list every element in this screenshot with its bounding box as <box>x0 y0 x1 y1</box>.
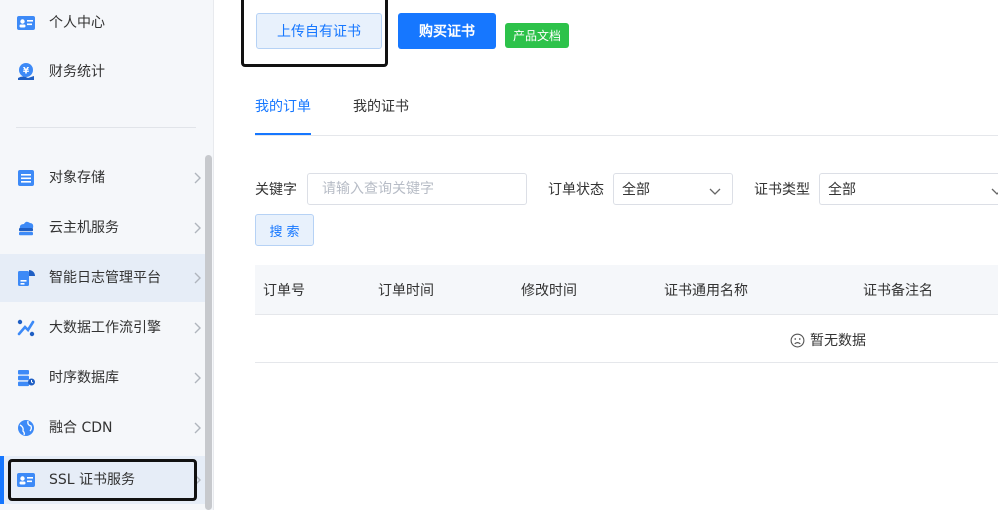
sidebar-item-tsdb[interactable]: 时序数据库 <box>0 354 212 402</box>
sidebar: 个人中心 ¥ 财务统计 对象存储 云主机服务 智能日志管理平台 大数据工作流引擎… <box>0 0 214 510</box>
sad-face-icon <box>790 333 805 347</box>
search-button[interactable]: 搜索 <box>255 214 314 246</box>
order-status-label: 订单状态 <box>548 182 604 198</box>
chevron-right-icon <box>194 474 201 486</box>
sidebar-item-label: 大数据工作流引擎 <box>49 320 161 336</box>
tab-my-orders[interactable]: 我的订单 <box>255 96 311 116</box>
sidebar-item-label: 融合 CDN <box>49 420 113 436</box>
column-header: 订单时间 <box>378 283 434 299</box>
chevron-right-icon <box>194 172 201 184</box>
order-status-value: 全部 <box>622 182 650 198</box>
table-header: 订单号 订单时间 修改时间 证书通用名称 证书备注名 <box>255 265 998 315</box>
column-header: 证书备注名 <box>863 283 933 299</box>
finance-icon: ¥ <box>18 63 34 80</box>
sidebar-item-finance[interactable]: ¥ 财务统计 <box>0 48 212 96</box>
sidebar-item-cloud-host[interactable]: 云主机服务 <box>0 204 212 252</box>
upload-certificate-button[interactable]: 上传自有证书 <box>256 13 382 49</box>
sidebar-item-label: 个人中心 <box>49 15 105 31</box>
table-empty-row: 暂无数据 <box>255 315 998 363</box>
sidebar-item-label: 对象存储 <box>49 170 105 186</box>
chevron-right-icon <box>194 272 201 284</box>
chevron-right-icon <box>194 422 201 434</box>
sidebar-item-personal-center[interactable]: 个人中心 <box>0 0 212 48</box>
sidebar-item-label: SSL 证书服务 <box>49 472 136 488</box>
sidebar-scrollbar[interactable] <box>205 155 212 510</box>
certificate-icon <box>17 473 35 487</box>
product-doc-link[interactable]: 产品文档 <box>505 23 569 48</box>
keyword-label: 关键字 <box>255 182 297 198</box>
chevron-right-icon <box>194 222 201 234</box>
empty-text: 暂无数据 <box>810 333 866 349</box>
tab-active-indicator <box>255 133 311 135</box>
log-chart-icon <box>18 270 35 286</box>
sidebar-divider <box>16 127 196 128</box>
sidebar-item-label: 云主机服务 <box>49 220 119 236</box>
cert-type-label: 证书类型 <box>754 182 810 198</box>
database-icon <box>18 370 35 387</box>
sidebar-item-log-platform[interactable]: 智能日志管理平台 <box>0 254 212 302</box>
tab-my-certificates[interactable]: 我的证书 <box>353 96 409 116</box>
chevron-right-icon <box>194 372 201 384</box>
column-header: 证书通用名称 <box>664 283 748 299</box>
workflow-icon <box>17 319 35 337</box>
sidebar-item-label: 财务统计 <box>49 64 105 80</box>
keyword-input[interactable] <box>307 173 527 205</box>
column-header: 订单号 <box>263 283 305 299</box>
sidebar-item-bigdata-workflow[interactable]: 大数据工作流引擎 <box>0 304 212 352</box>
tab-bar: 我的订单 我的证书 <box>255 90 998 136</box>
chevron-down-icon <box>991 188 998 195</box>
column-header: 修改时间 <box>521 283 577 299</box>
cert-type-value: 全部 <box>828 182 856 198</box>
main-content: 上传自有证书 购买证书 产品文档 我的订单 我的证书 关键字 订单状态 全部 证… <box>214 0 998 510</box>
sidebar-item-label: 智能日志管理平台 <box>49 270 161 286</box>
user-card-icon <box>17 16 35 30</box>
svg-text:¥: ¥ <box>23 67 30 77</box>
chevron-right-icon <box>194 322 201 334</box>
sidebar-item-ssl[interactable]: SSL 证书服务 <box>0 456 212 504</box>
order-status-select[interactable]: 全部 <box>613 173 733 205</box>
globe-icon <box>18 420 34 436</box>
cloud-server-icon <box>19 221 34 236</box>
storage-icon <box>18 170 34 186</box>
buy-certificate-button[interactable]: 购买证书 <box>398 13 496 49</box>
cert-type-select[interactable]: 全部 <box>819 173 998 205</box>
sidebar-item-cdn[interactable]: 融合 CDN <box>0 404 212 452</box>
sidebar-item-label: 时序数据库 <box>49 370 119 386</box>
sidebar-item-object-storage[interactable]: 对象存储 <box>0 154 212 202</box>
chevron-down-icon <box>709 188 721 195</box>
empty-state: 暂无数据 <box>790 330 866 350</box>
